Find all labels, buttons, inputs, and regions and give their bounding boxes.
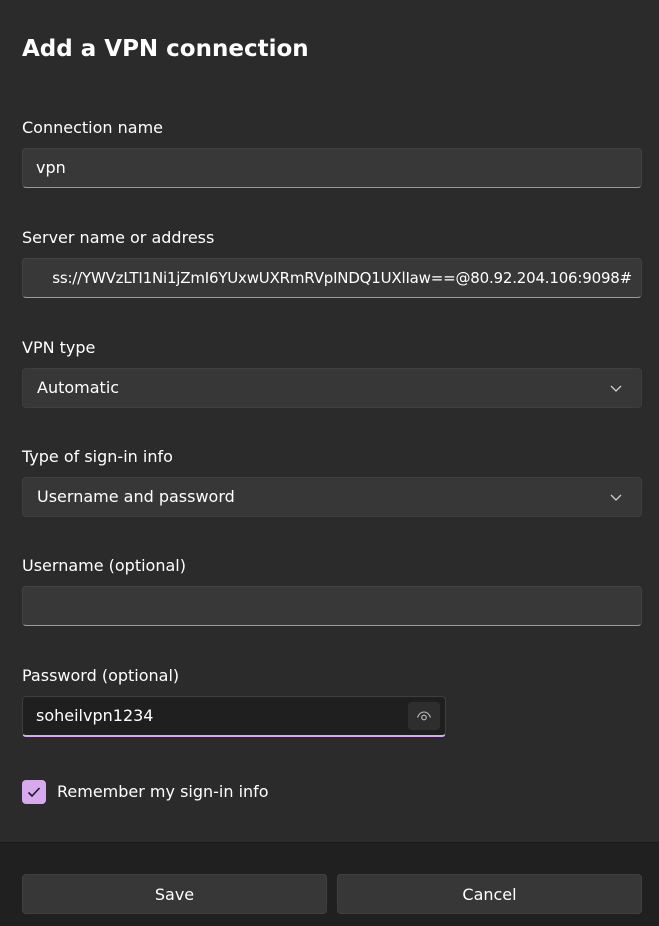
vpn-type-dropdown[interactable]: Automatic [22,368,642,408]
checkmark-icon [27,787,41,798]
signin-type-label: Type of sign-in info [22,447,173,466]
reveal-password-button[interactable] [408,702,440,730]
username-label: Username (optional) [22,556,186,575]
connection-name-value: vpn [36,158,66,177]
chevron-down-icon [610,494,622,501]
vpn-type-label: VPN type [22,338,96,357]
dialog-title: Add a VPN connection [22,36,309,62]
remember-signin-row[interactable]: Remember my sign-in info [22,780,269,804]
password-input[interactable]: soheilvpn1234 [22,696,446,737]
vpn-type-selected: Automatic [37,378,120,397]
vpn-dialog: Add a VPN connection Connection name vpn… [0,0,659,926]
save-button[interactable]: Save [22,874,327,914]
remember-signin-label: Remember my sign-in info [57,782,269,801]
chevron-down-icon [610,385,622,392]
connection-name-input[interactable]: vpn [22,148,642,188]
username-input[interactable] [22,586,642,626]
eye-icon [416,711,432,721]
signin-type-selected: Username and password [37,487,235,506]
cancel-button[interactable]: Cancel [337,874,642,914]
password-label: Password (optional) [22,666,180,685]
server-address-input[interactable]: ss://YWVzLTI1Ni1jZmI6YUxwUXRmRVpINDQ1UXl… [22,258,642,298]
server-address-value: ss://YWVzLTI1Ni1jZmI6YUxwUXRmRVpINDQ1UXl… [52,269,632,287]
dialog-footer: Save Cancel [0,842,659,926]
server-address-label: Server name or address [22,228,215,247]
signin-type-dropdown[interactable]: Username and password [22,477,642,517]
connection-name-label: Connection name [22,118,163,137]
remember-signin-checkbox[interactable] [22,780,46,804]
password-value: soheilvpn1234 [36,706,154,725]
